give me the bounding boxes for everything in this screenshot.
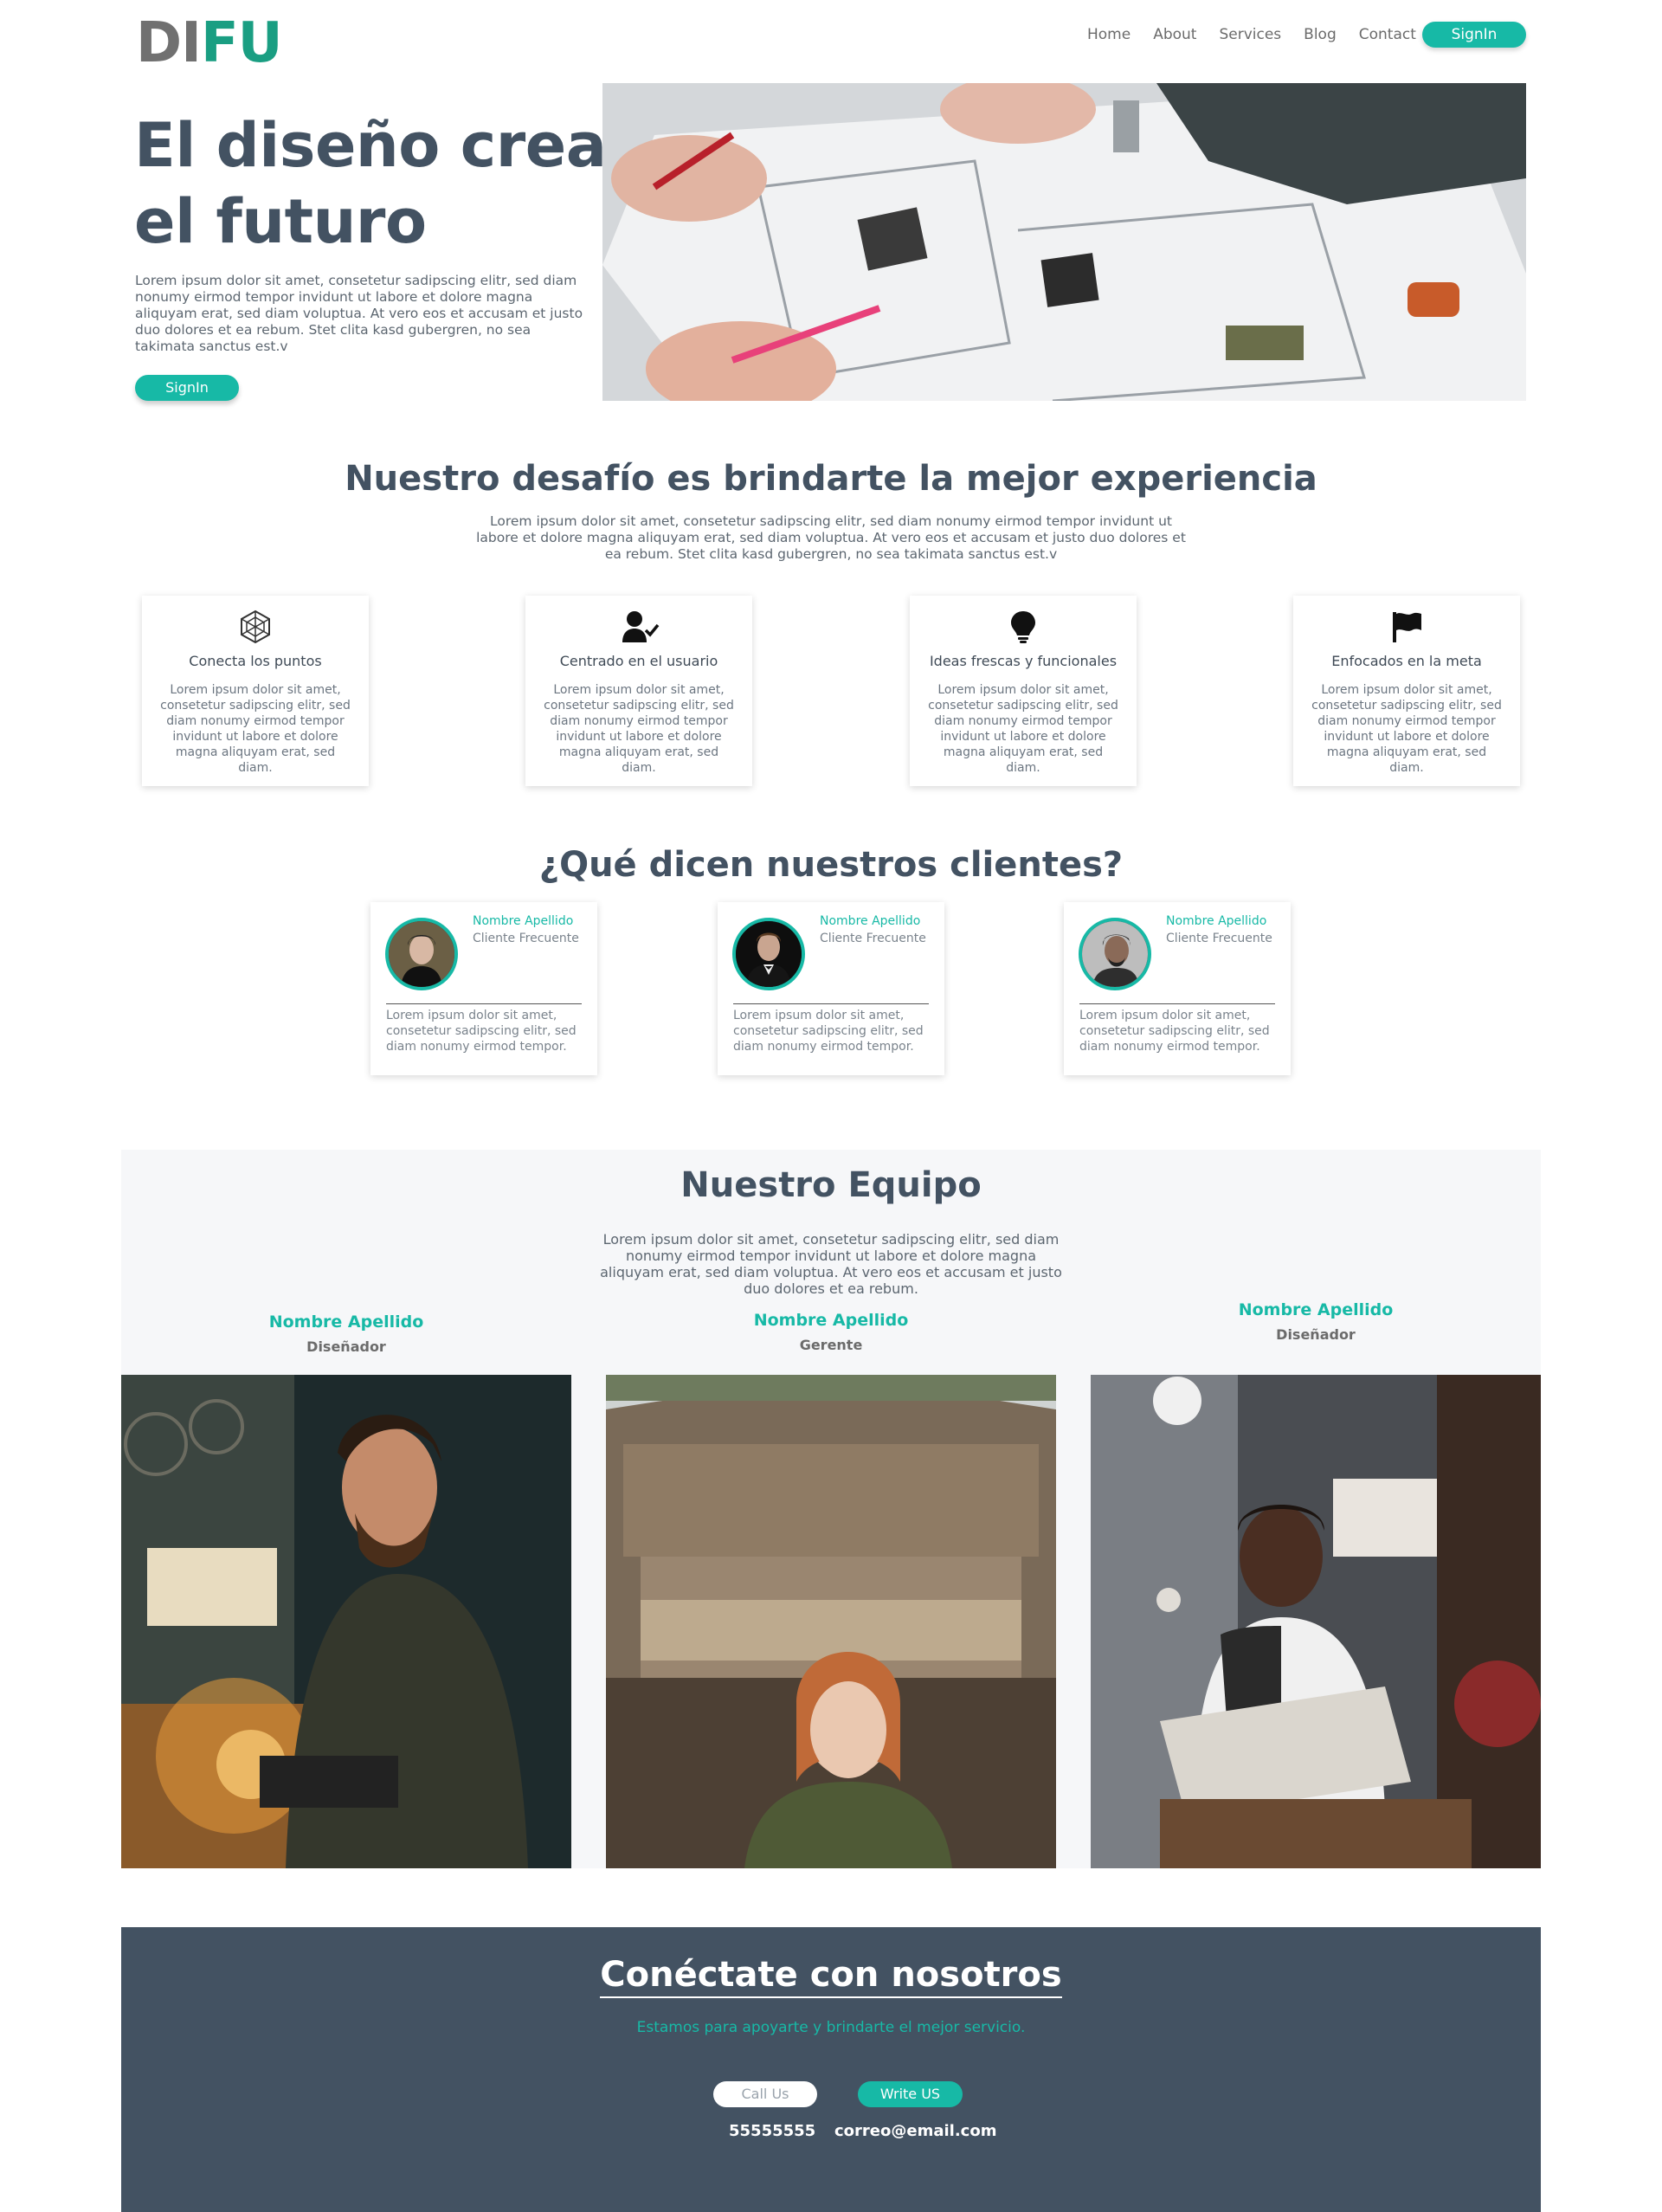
nav-services[interactable]: Services (1219, 24, 1281, 45)
write-us-button[interactable]: Write US (858, 2081, 963, 2107)
avatar (732, 918, 805, 990)
team-photo (121, 1375, 571, 1868)
feature-text: Lorem ipsum dolor sit amet, consetetur s… (544, 683, 734, 775)
hero-image (602, 83, 1526, 401)
team-photo (1091, 1375, 1541, 1868)
main-nav: Home About Services Blog Contact (1087, 24, 1439, 45)
testimonial-text: Lorem ipsum dolor sit amet, consetetur s… (386, 1009, 577, 1054)
connect-title: Conéctate con nosotros (0, 1955, 1662, 1998)
client-name: Nombre Apellido (820, 914, 921, 928)
client-role: Cliente Frecuente (1166, 932, 1272, 945)
testimonial-text: Lorem ipsum dolor sit amet, consetetur s… (1079, 1009, 1270, 1054)
client-role: Cliente Frecuente (473, 932, 579, 945)
testimonial-card: Nombre Apellido Cliente Frecuente Lorem … (1064, 902, 1291, 1075)
feature-text: Lorem ipsum dolor sit amet, consetetur s… (160, 683, 351, 775)
challenge-text: Lorem ipsum dolor sit amet, consetetur s… (476, 513, 1186, 562)
feature-title: Conecta los puntos (189, 653, 322, 669)
call-us-button[interactable]: Call Us (713, 2081, 817, 2107)
lightbulb-icon (1006, 609, 1040, 644)
testimonial-text: Lorem ipsum dolor sit amet, consetetur s… (733, 1009, 924, 1054)
divider (733, 1003, 929, 1004)
member-role: Gerente (799, 1337, 863, 1353)
feature-card: Conecta los puntos Lorem ipsum dolor sit… (142, 596, 369, 786)
nav-home[interactable]: Home (1087, 24, 1131, 45)
testimonial-card: Nombre Apellido Cliente Frecuente Lorem … (370, 902, 597, 1075)
clients-title: ¿Qué dicen nuestros clientes? (538, 845, 1124, 885)
feature-card: Centrado en el usuario Lorem ipsum dolor… (525, 596, 752, 786)
nav-about[interactable]: About (1153, 24, 1196, 45)
phone-number: 55555555 (729, 2122, 816, 2140)
feature-title: Enfocados en la meta (1331, 653, 1482, 669)
connect-subtitle: Estamos para apoyarte y brindarte el mej… (636, 2019, 1026, 2036)
feature-card: Ideas frescas y funcionales Lorem ipsum … (910, 596, 1137, 786)
nav-contact[interactable]: Contact (1359, 24, 1416, 45)
hero-signin-button[interactable]: SignIn (135, 375, 239, 401)
flag-icon (1389, 609, 1424, 644)
client-name: Nombre Apellido (1166, 914, 1267, 928)
team-photo (606, 1375, 1056, 1868)
member-role: Diseñador (1276, 1326, 1356, 1343)
team-title: Nuestro Equipo (680, 1165, 982, 1205)
feature-title: Ideas frescas y funcionales (929, 653, 1118, 669)
testimonial-card: Nombre Apellido Cliente Frecuente Lorem … (718, 902, 944, 1075)
hexagon-network-icon (238, 609, 273, 644)
divider (386, 1003, 582, 1004)
client-role: Cliente Frecuente (820, 932, 926, 945)
avatar (1079, 918, 1151, 990)
member-name: Nombre Apellido (1238, 1300, 1394, 1319)
nav-signin-button[interactable]: SignIn (1422, 22, 1526, 48)
hero-title: El diseño crea el futuro (134, 110, 607, 257)
member-role: Diseñador (306, 1338, 386, 1355)
hero-text: Lorem ipsum dolor sit amet, consetetur s… (135, 273, 583, 354)
user-check-icon (622, 609, 660, 644)
member-name: Nombre Apellido (753, 1311, 909, 1330)
team-text: Lorem ipsum dolor sit amet, consetetur s… (600, 1231, 1062, 1297)
logo[interactable]: DIFU (136, 9, 283, 78)
avatar (385, 918, 458, 990)
nav-blog[interactable]: Blog (1304, 24, 1337, 45)
feature-title: Centrado en el usuario (559, 653, 718, 669)
divider (1079, 1003, 1275, 1004)
challenge-title: Nuestro desafío es brindarte la mejor ex… (345, 459, 1317, 499)
feature-text: Lorem ipsum dolor sit amet, consetetur s… (928, 683, 1118, 775)
client-name: Nombre Apellido (473, 914, 574, 928)
email-address[interactable]: correo@email.com (834, 2122, 996, 2140)
member-name: Nombre Apellido (268, 1312, 424, 1332)
feature-card: Enfocados en la meta Lorem ipsum dolor s… (1293, 596, 1520, 786)
feature-text: Lorem ipsum dolor sit amet, consetetur s… (1311, 683, 1502, 775)
